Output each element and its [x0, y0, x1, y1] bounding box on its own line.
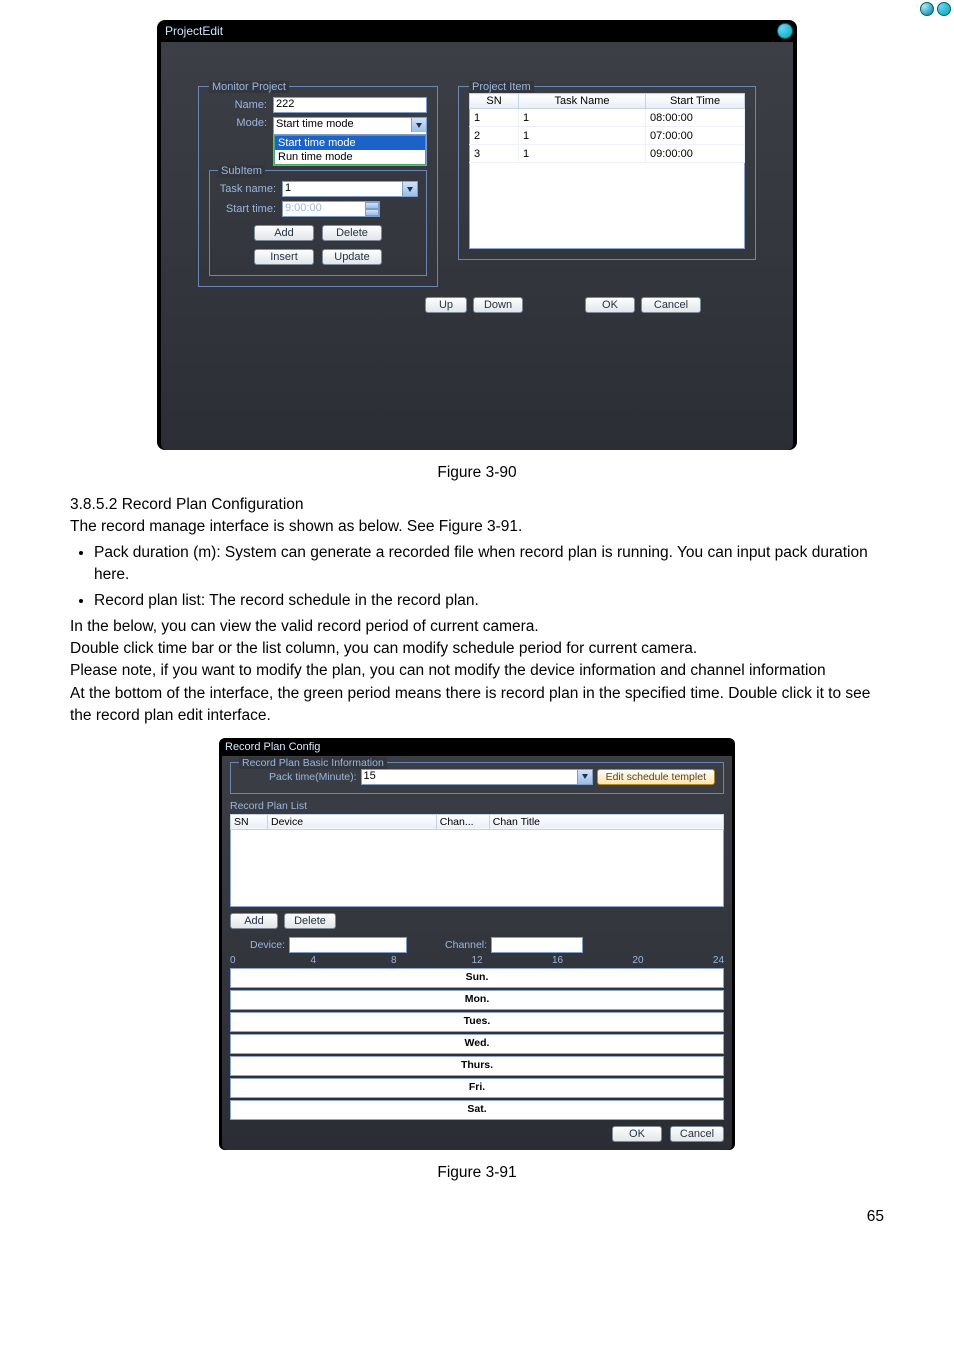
rpc-delete-button[interactable]: Delete: [284, 913, 336, 929]
mode-select[interactable]: Start time mode Start time mode Run time…: [273, 117, 427, 166]
timeline-axis: 0 4 8 12 16 20 24: [230, 955, 724, 966]
timeline-day-thu[interactable]: Thurs.: [230, 1056, 724, 1076]
task-name-select[interactable]: 1: [282, 181, 418, 197]
th-sn: SN: [231, 814, 268, 829]
timeline-day-sun[interactable]: Sun.: [230, 968, 724, 988]
ok-button[interactable]: OK: [585, 297, 635, 313]
table-row[interactable]: 3 1 09:00:00: [470, 145, 745, 163]
print-icon[interactable]: [920, 2, 934, 16]
mode-selected: Start time mode: [274, 118, 356, 130]
close-icon[interactable]: [937, 2, 951, 16]
mode-dropdown: Start time mode Run time mode: [274, 135, 426, 165]
subitem-delete-button[interactable]: Delete: [322, 225, 382, 241]
chevron-down-icon[interactable]: [577, 770, 592, 784]
record-plan-list-label: Record Plan List: [230, 800, 724, 812]
rpc-cancel-button[interactable]: Cancel: [670, 1126, 724, 1142]
chevron-down-icon[interactable]: [411, 118, 426, 132]
mode-option-start[interactable]: Start time mode: [275, 136, 425, 150]
rpc-title: Record Plan Config: [219, 738, 735, 756]
para-5: At the bottom of the interface, the gree…: [70, 683, 884, 728]
record-plan-config-window: Record Plan Config Record Plan Basic Inf…: [219, 738, 735, 1150]
subitem-insert-button[interactable]: Insert: [254, 249, 314, 265]
bullet-pack-duration: Pack duration (m): System can generate a…: [94, 542, 884, 585]
task-name-label: Task name:: [218, 183, 276, 195]
th-sn: SN: [470, 94, 519, 109]
name-input[interactable]: 222: [273, 97, 427, 113]
th-time: Start Time: [646, 94, 745, 109]
project-item-legend: Project Item: [469, 81, 534, 93]
project-edit-window: ProjectEdit Monitor Project Name: 222 Mo…: [157, 20, 797, 450]
rpc-ok-button[interactable]: OK: [612, 1126, 662, 1142]
subitem-legend: SubItem: [218, 165, 265, 177]
down-button[interactable]: Down: [473, 297, 523, 313]
name-label: Name:: [209, 99, 267, 111]
device-input[interactable]: [289, 937, 407, 953]
subitem-add-button[interactable]: Add: [254, 225, 314, 241]
start-time-value: 9:00:00: [283, 202, 365, 216]
subitem-update-button[interactable]: Update: [322, 249, 382, 265]
table-row[interactable]: 1 1 08:00:00: [470, 109, 745, 127]
timeline-day-mon[interactable]: Mon.: [230, 990, 724, 1010]
start-time-label: Start time:: [218, 203, 276, 215]
close-icon[interactable]: [777, 23, 793, 39]
cancel-button[interactable]: Cancel: [641, 297, 701, 313]
mode-label: Mode:: [209, 117, 267, 129]
pack-time-select[interactable]: 15: [361, 769, 593, 785]
rpc-basic-fieldset: Record Plan Basic Information Pack time(…: [230, 762, 724, 794]
figure-3-91-caption: Figure 3-91: [70, 1164, 884, 1182]
table-row[interactable]: 2 1 07:00:00: [470, 127, 745, 145]
para-4: Please note, if you want to modify the p…: [70, 660, 884, 682]
timeline-day-sat[interactable]: Sat.: [230, 1100, 724, 1120]
th-device: Device: [268, 814, 437, 829]
start-time-spinner[interactable]: 9:00:00: [282, 201, 380, 217]
channel-label: Channel:: [445, 939, 487, 951]
edit-schedule-template-button[interactable]: Edit schedule templet: [597, 769, 715, 785]
section-heading: 3.8.5.2 Record Plan Configuration: [70, 496, 884, 514]
project-edit-title: ProjectEdit: [157, 20, 797, 42]
record-plan-list-table: SN Device Chan... Chan Title: [230, 814, 724, 907]
subitem-fieldset: SubItem Task name: 1 Start time:: [209, 170, 427, 276]
channel-input[interactable]: [491, 937, 583, 953]
timeline-day-tue[interactable]: Tues.: [230, 1012, 724, 1032]
timeline-day-wed[interactable]: Wed.: [230, 1034, 724, 1054]
chevron-down-icon[interactable]: [402, 182, 417, 196]
page-number: 65: [70, 1208, 884, 1226]
up-button[interactable]: Up: [425, 297, 467, 313]
th-chan-title: Chan Title: [489, 814, 723, 829]
th-chan: Chan...: [436, 814, 489, 829]
figure-3-90-caption: Figure 3-90: [70, 464, 884, 482]
para-3: Double click time bar or the list column…: [70, 638, 884, 660]
pack-time-label: Pack time(Minute):: [269, 771, 357, 783]
project-item-table: SN Task Name Start Time 1 1 08:00:00: [469, 93, 745, 249]
monitor-project-legend: Monitor Project: [209, 81, 289, 93]
bullet-record-plan-list: Record plan list: The record schedule in…: [94, 590, 884, 612]
timeline-day-fri[interactable]: Fri.: [230, 1078, 724, 1098]
para-1: The record manage interface is shown as …: [70, 516, 884, 538]
para-2: In the below, you can view the valid rec…: [70, 616, 884, 638]
mode-option-run[interactable]: Run time mode: [275, 150, 425, 164]
rpc-add-button[interactable]: Add: [230, 913, 278, 929]
task-name-value: 1: [283, 182, 293, 194]
pack-time-value: 15: [362, 770, 378, 782]
project-item-fieldset: Project Item SN Task Name Start Time: [458, 86, 756, 260]
monitor-project-fieldset: Monitor Project Name: 222 Mode: Start ti…: [198, 86, 438, 287]
rpc-basic-legend: Record Plan Basic Information: [239, 757, 387, 769]
spinner-buttons[interactable]: [365, 202, 379, 216]
device-label: Device:: [250, 939, 285, 951]
th-task: Task Name: [519, 94, 646, 109]
